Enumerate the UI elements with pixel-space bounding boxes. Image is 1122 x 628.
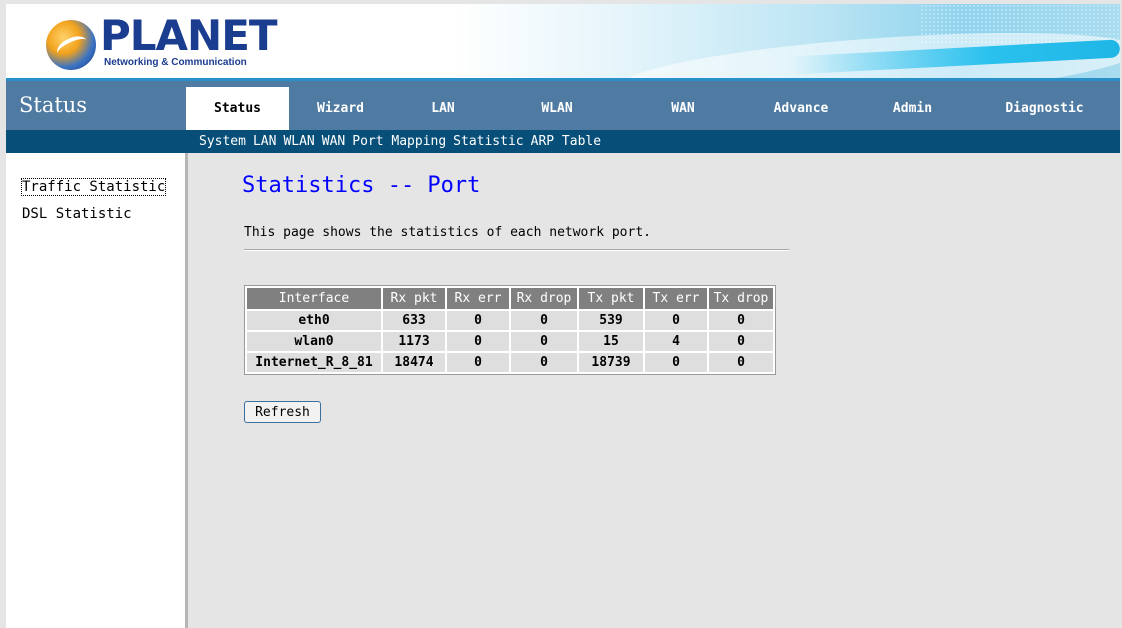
logo-brand-text: PLANET (100, 11, 278, 60)
table-row: Internet_R_8_81 18474 0 0 18739 0 0 (247, 353, 773, 372)
header-banner: PLANET Networking & Communication (6, 4, 1120, 81)
main-content: Statistics -- Port This page shows the s… (188, 153, 1120, 628)
tab-wlan[interactable]: WLAN (494, 87, 620, 130)
column-header-rx-drop: Rx drop (511, 288, 577, 309)
logo-tagline: Networking & Communication (104, 57, 247, 68)
cell-tx-pkt: 18739 (579, 353, 643, 372)
tab-wizard[interactable]: Wizard (289, 87, 392, 130)
tab-diagnostic[interactable]: Diagnostic (969, 87, 1120, 130)
subnav-wan[interactable]: WAN (322, 134, 345, 149)
cell-tx-pkt: 539 (579, 311, 643, 330)
column-header-rx-err: Rx err (447, 288, 509, 309)
sidebar: Traffic Statistic DSL Statistic (6, 153, 188, 628)
subnav-port-mapping[interactable]: Port Mapping (352, 134, 446, 149)
cell-interface: eth0 (247, 311, 381, 330)
subnav-statistic[interactable]: Statistic (453, 134, 523, 149)
cell-tx-drop: 0 (709, 311, 773, 330)
planet-logo: PLANET Networking & Communication (46, 14, 278, 70)
cell-rx-drop: 0 (511, 353, 577, 372)
subnav-links: System LAN WLAN WAN Port Mapping Statistic ARP… (199, 130, 608, 153)
cell-rx-err: 0 (447, 353, 509, 372)
cell-rx-pkt: 633 (383, 311, 445, 330)
column-header-interface: Interface (247, 288, 381, 309)
column-header-rx-pkt: Rx pkt (383, 288, 445, 309)
cell-rx-pkt: 18474 (383, 353, 445, 372)
column-header-tx-err: Tx err (645, 288, 707, 309)
table-header-row: Interface Rx pkt Rx err Rx drop Tx pkt T… (247, 288, 773, 309)
cell-tx-err: 0 (645, 311, 707, 330)
cell-interface: wlan0 (247, 332, 381, 351)
cell-rx-drop: 0 (511, 332, 577, 351)
tab-status[interactable]: Status (186, 87, 289, 130)
tab-wan[interactable]: WAN (620, 87, 746, 130)
page-description: This page shows the statistics of each n… (244, 225, 651, 240)
cell-tx-err: 4 (645, 332, 707, 351)
cell-tx-err: 0 (645, 353, 707, 372)
subnav-wlan[interactable]: WLAN (283, 134, 314, 149)
cell-rx-pkt: 1173 (383, 332, 445, 351)
cell-tx-pkt: 15 (579, 332, 643, 351)
cell-tx-drop: 0 (709, 332, 773, 351)
cell-interface: Internet_R_8_81 (247, 353, 381, 372)
cell-rx-err: 0 (447, 332, 509, 351)
sidebar-item-traffic-statistic[interactable]: Traffic Statistic (20, 178, 167, 196)
refresh-button[interactable]: Refresh (244, 401, 321, 423)
globe-icon (46, 20, 96, 70)
table-row: wlan0 1173 0 0 15 4 0 (247, 332, 773, 351)
section-title: Status (19, 93, 88, 117)
divider (244, 249, 789, 251)
column-header-tx-pkt: Tx pkt (579, 288, 643, 309)
sidebar-item-dsl-statistic[interactable]: DSL Statistic (22, 206, 132, 222)
subnav-arp-table[interactable]: ARP Table (531, 134, 601, 149)
top-navigation: Status Status Wizard LAN WLAN WAN Advanc… (6, 81, 1120, 130)
column-header-tx-drop: Tx drop (709, 288, 773, 309)
cell-tx-drop: 0 (709, 353, 773, 372)
subnav-lan[interactable]: LAN (253, 134, 276, 149)
table-row: eth0 633 0 0 539 0 0 (247, 311, 773, 330)
cell-rx-drop: 0 (511, 311, 577, 330)
subnav-system[interactable]: System (199, 134, 246, 149)
tab-admin[interactable]: Admin (856, 87, 969, 130)
cell-rx-err: 0 (447, 311, 509, 330)
page-title: Statistics -- Port (242, 173, 481, 198)
sub-navigation: System LAN WLAN WAN Port Mapping Statistic ARP… (6, 130, 1120, 153)
tab-advance[interactable]: Advance (746, 87, 856, 130)
tab-lan[interactable]: LAN (392, 87, 494, 130)
port-statistics-table: Interface Rx pkt Rx err Rx drop Tx pkt T… (244, 285, 776, 375)
